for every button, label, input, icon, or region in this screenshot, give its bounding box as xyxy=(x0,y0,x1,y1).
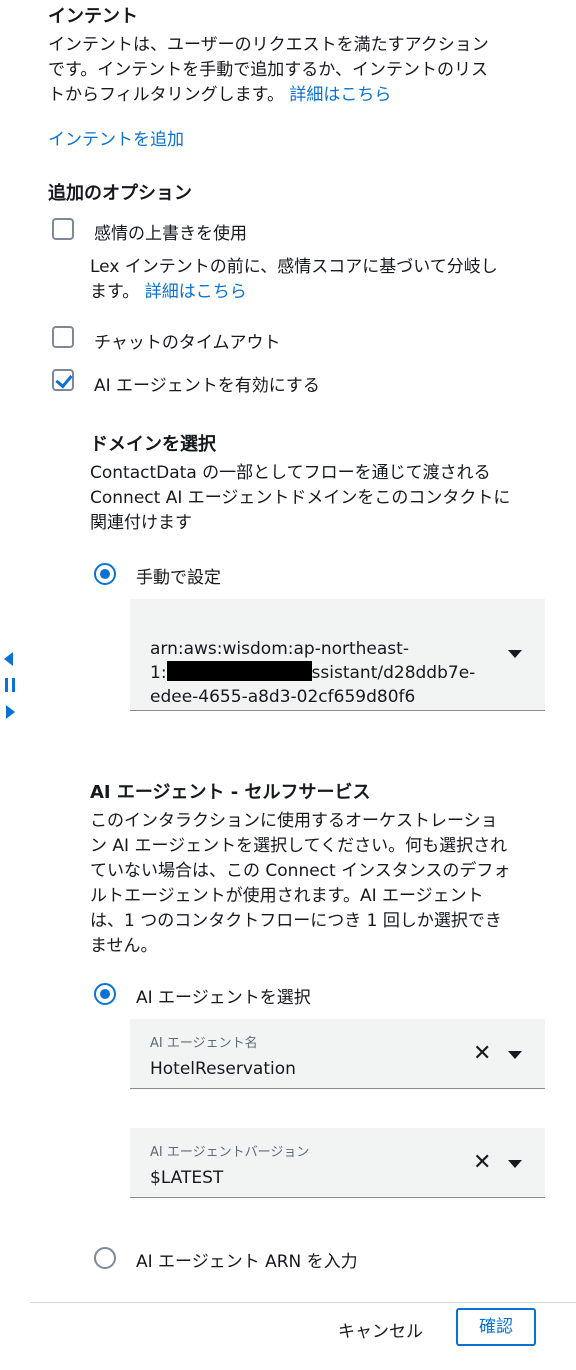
self-service-title: AI エージェント - セルフサービス xyxy=(90,782,371,803)
additional-options-title: 追加のオプション xyxy=(48,183,192,204)
chat-timeout-checkbox[interactable] xyxy=(52,326,74,348)
ai-agent-version-value: $LATEST xyxy=(150,1168,224,1188)
domain-arn-value: arn:aws:wisdom:ap-northeast- 1: ssistant/… xyxy=(150,639,476,707)
select-ai-agent-radio[interactable] xyxy=(94,983,116,1005)
enter-ai-agent-arn-radio[interactable] xyxy=(94,1247,116,1269)
self-service-description: このインタラクションに使用するオーケストレーショ ン AI エージェントを選択し… xyxy=(90,811,511,956)
ai-agent-name-label: AI エージェント名 xyxy=(150,1036,258,1051)
enter-ai-agent-arn-label: AI エージェント ARN を入力 xyxy=(136,1252,358,1272)
domain-arn-select[interactable]: arn:aws:wisdom:ap-northeast- 1: ssistant/… xyxy=(130,599,545,711)
domain-description: ContactData の一部としてフローを通じて渡される Connect AI… xyxy=(90,463,511,533)
footer-divider xyxy=(30,1302,576,1303)
ai-agent-name-select[interactable]: AI エージェント名 HotelReservation ✕ xyxy=(130,1019,545,1089)
manual-setting-radio[interactable] xyxy=(94,563,116,585)
cancel-button[interactable]: キャンセル xyxy=(338,1317,423,1342)
sentiment-override-label: 感情の上書きを使用 xyxy=(94,224,247,244)
domain-title: ドメインを選択 xyxy=(90,434,216,455)
manual-setting-label: 手動で設定 xyxy=(136,568,221,588)
chevron-down-icon[interactable] xyxy=(508,1051,522,1059)
sentiment-description: Lex インテントの前に、感情スコアに基づいて分岐し ます。 詳細はこちら xyxy=(90,257,498,302)
ai-agent-enable-checkbox[interactable] xyxy=(52,369,74,391)
intent-description: インテントは、ユーザーのリクエストを満たすアクション です。インテントを手動で追… xyxy=(48,35,489,105)
drag-handle-icon[interactable] xyxy=(5,678,15,692)
chat-timeout-label: チャットのタイムアウト xyxy=(94,333,281,353)
panel-toggle[interactable] xyxy=(2,650,18,720)
ai-agent-name-value: HotelReservation xyxy=(150,1059,296,1079)
clear-icon[interactable]: ✕ xyxy=(473,1043,491,1065)
clear-icon[interactable]: ✕ xyxy=(473,1152,491,1174)
intent-learn-more-link[interactable]: 詳細はこちら xyxy=(289,85,391,105)
redacted-block xyxy=(166,661,312,681)
ai-agent-enable-label: AI エージェントを有効にする xyxy=(94,376,320,396)
collapse-left-icon[interactable] xyxy=(4,652,13,666)
chevron-down-icon[interactable] xyxy=(508,1160,522,1168)
intent-title: インテント xyxy=(48,6,138,27)
add-intent-link[interactable]: インテントを追加 xyxy=(48,125,184,150)
ai-agent-version-select[interactable]: AI エージェントバージョン $LATEST ✕ xyxy=(130,1128,545,1198)
confirm-button[interactable]: 確認 xyxy=(456,1308,536,1346)
ai-agent-version-label: AI エージェントバージョン xyxy=(150,1145,310,1160)
chevron-down-icon[interactable] xyxy=(508,650,522,658)
expand-right-icon[interactable] xyxy=(6,705,15,719)
select-ai-agent-label: AI エージェントを選択 xyxy=(136,988,311,1008)
sentiment-override-checkbox[interactable] xyxy=(52,218,74,240)
sentiment-learn-more-link[interactable]: 詳細はこちら xyxy=(145,282,247,302)
